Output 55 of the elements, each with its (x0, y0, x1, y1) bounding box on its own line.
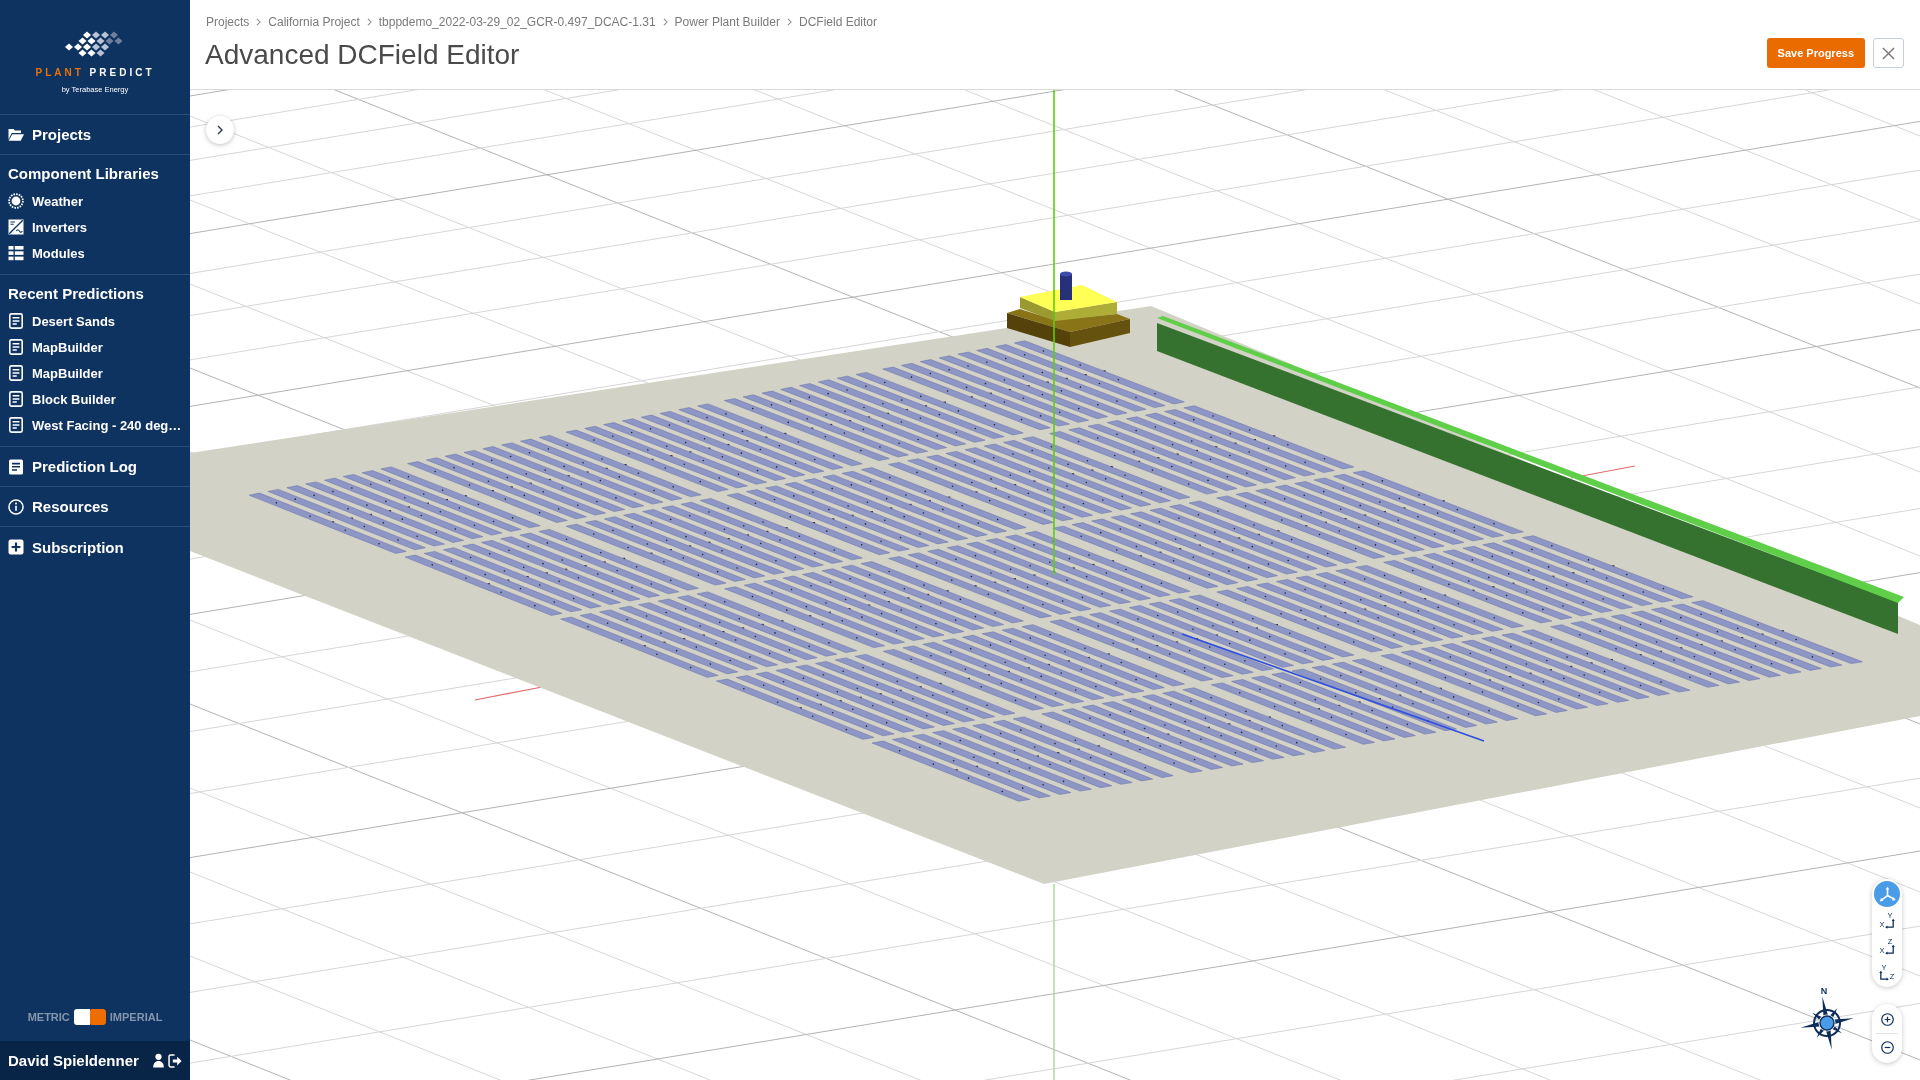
zoom-out-icon (1880, 1041, 1894, 1054)
chevron-right-icon (662, 18, 668, 26)
axis-arrows-icon (1885, 917, 1895, 929)
document-icon (8, 313, 24, 329)
sidebar-item[interactable]: West Facing - 240 deg… (0, 412, 190, 438)
breadcrumb-link[interactable]: Projects (206, 15, 250, 29)
axis-arrows-icon (1885, 943, 1895, 955)
logout-icon[interactable] (168, 1053, 182, 1068)
document-icon (8, 458, 24, 475)
compass-north-label: N (1820, 986, 1828, 996)
user-icon[interactable] (153, 1053, 164, 1068)
document-icon (8, 417, 24, 433)
zoom-in-icon (1880, 1013, 1894, 1026)
sidebar-item[interactable]: Desert Sands (0, 308, 190, 334)
sidebar-item[interactable]: MapBuilder (0, 334, 190, 360)
document-icon (8, 365, 24, 381)
close-button[interactable] (1873, 38, 1904, 68)
sidebar-link[interactable]: Prediction Log (0, 447, 190, 487)
plus-square-icon (8, 539, 24, 555)
breadcrumb-link[interactable]: tbppdemo_2022-03-29_02_GCR-0.497_DCAC-1.31 (378, 15, 656, 29)
chevron-right-icon (786, 18, 792, 26)
folder-icon (8, 126, 24, 143)
breadcrumb-link[interactable]: DCField Editor (798, 15, 877, 29)
section-heading: Component Libraries (7, 164, 160, 184)
view-button[interactable] (1874, 881, 1900, 907)
chevron-right-icon (366, 18, 372, 26)
axis-arrows-icon (1879, 969, 1889, 981)
unit-label: METRIC (27, 1010, 70, 1024)
document-icon (8, 391, 24, 407)
breadcrumb-link[interactable]: California Project (268, 15, 360, 29)
unit-label: IMPERIAL (109, 1010, 163, 1024)
module-grid-icon (8, 245, 24, 261)
axis-line (1570, 465, 1636, 479)
sidebar-item[interactable]: Block Builder (0, 386, 190, 412)
sidebar-item[interactable]: MapBuilder (0, 360, 190, 386)
logo-wordmark: PLANT PREDICT (35, 67, 155, 79)
sun-icon (8, 193, 24, 209)
page-title: Advanced DCField Editor (205, 38, 521, 72)
chevron-right-icon (256, 18, 262, 26)
sidebar-item[interactable]: Weather (0, 188, 190, 214)
breadcrumb-link[interactable]: Power Plant Builder (674, 15, 780, 29)
document-icon (8, 339, 24, 355)
info-icon (8, 498, 24, 515)
close-icon (1882, 46, 1895, 60)
section-heading: Recent Predictions (7, 284, 145, 304)
inverter-icon (8, 219, 24, 235)
chevron-right-icon (217, 125, 223, 135)
axis-line (474, 686, 543, 701)
sidebar-item[interactable]: Modules (0, 240, 190, 266)
compass-icon[interactable] (1800, 996, 1854, 1050)
sidebar-item[interactable]: Inverters (0, 214, 190, 240)
toggle-segment[interactable] (73, 1009, 90, 1025)
sidebar-link[interactable]: Subscription (0, 527, 190, 567)
axes-icon (1878, 885, 1896, 903)
user-name: David Spieldenner (8, 1052, 139, 1069)
